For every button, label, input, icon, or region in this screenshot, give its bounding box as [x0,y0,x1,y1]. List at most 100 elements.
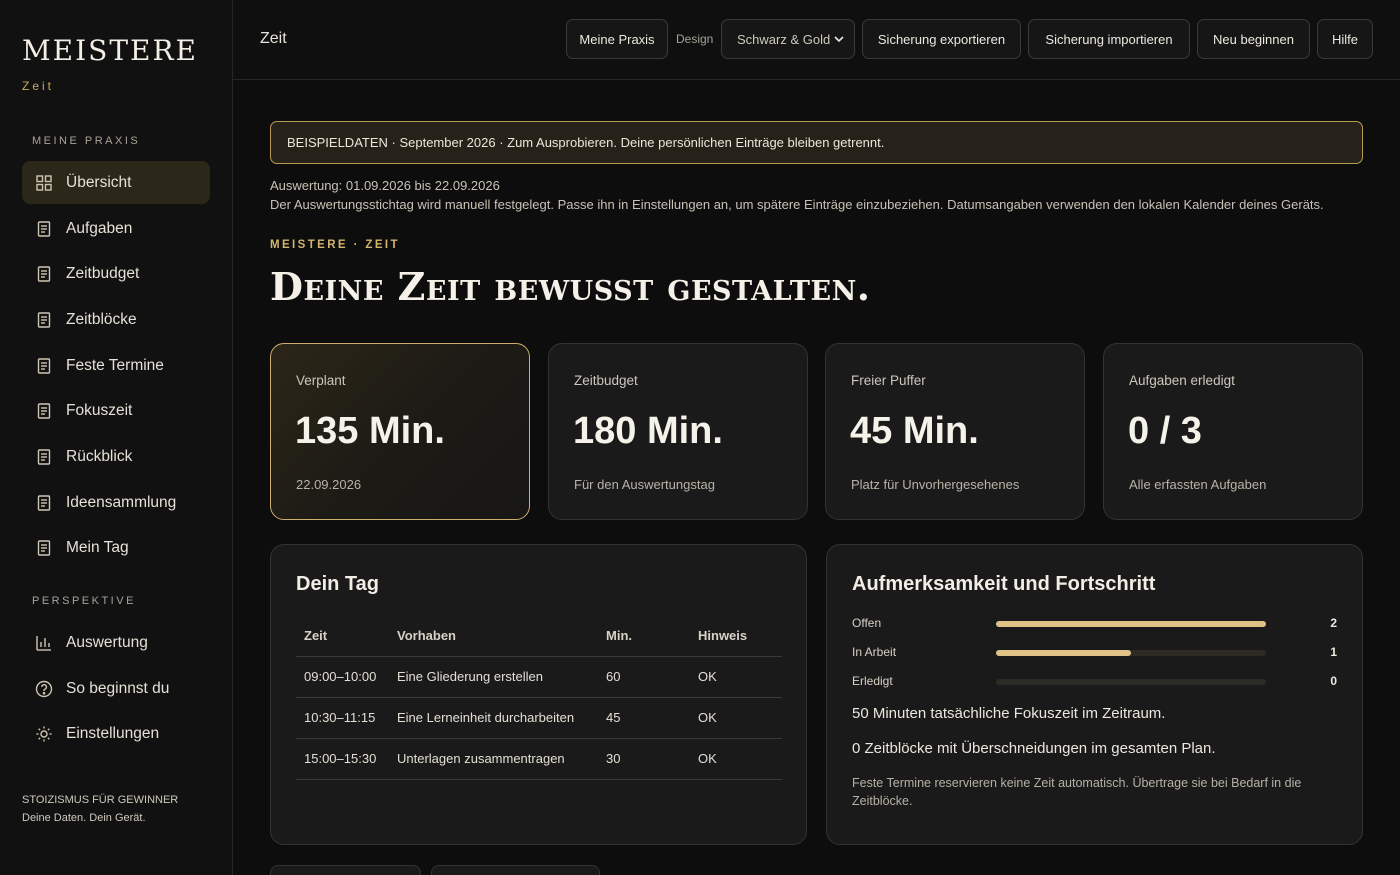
stat-value: 45 Min. [850,410,979,452]
progress-row-open: Offen 2 [852,614,1337,634]
page-title: Zeit [260,30,287,47]
help-button[interactable]: Hilfe [1317,19,1373,59]
sidebar-item-fokuszeit[interactable]: Fokuszeit [22,389,210,432]
progress-track [996,679,1266,685]
topbar: Zeit Meine Praxis Design Schwarz & Gold … [233,0,1400,80]
bar-chart-icon [35,634,53,652]
sidebar-item-einstellungen[interactable]: Einstellungen [22,712,210,755]
stat-sub: Für den Auswertungstag [574,477,715,492]
cell-note: OK [690,697,782,739]
evaluation-note: Der Auswertungsstichtag wird manuell fes… [270,197,1324,212]
cell-time: 10:30–11:15 [296,697,389,739]
cell-time: 09:00–10:00 [296,656,389,698]
restart-button[interactable]: Neu beginnen [1197,19,1310,59]
cell-note: OK [690,738,782,780]
stat-card-planned: Verplant 135 Min. 22.09.2026 [270,343,530,520]
cell-note: OK [690,656,782,698]
stat-label: Aufgaben erledigt [1129,373,1235,388]
sidebar-item-label: Auswertung [66,633,148,651]
brand-subtitle: Zeit [22,79,55,93]
progress-value: 1 [1330,645,1337,659]
sidebar-item-label: Zeitbudget [66,264,140,282]
eyebrow: MEISTERE · ZEIT [270,239,400,251]
focus-time-summary: 50 Minuten tatsächliche Fokuszeit im Zei… [852,705,1166,722]
export-backup-button[interactable]: Sicherung exportieren [862,19,1021,59]
bottom-card-stub [270,865,421,875]
my-practice-button[interactable]: Meine Praxis [566,19,668,59]
footer-tagline: Deine Daten. Dein Gerät. [22,812,146,824]
bottom-card-stub [431,865,600,875]
stat-value: 180 Min. [573,410,723,452]
stat-value: 0 / 3 [1128,410,1202,452]
sidebar-item-zeitbloecke[interactable]: Zeitblöcke [22,298,210,341]
sidebar-item-so-beginnst-du[interactable]: So beginnst du [22,667,210,710]
stat-card-buffer: Freier Puffer 45 Min. Platz für Unvorher… [825,343,1085,520]
table-row: 10:30–11:15 Eine Lerneinheit durcharbeit… [296,697,782,739]
day-table: Zeit Vorhaben Min. Hinweis 09:00–10:00 E… [296,615,782,780]
sidebar-item-zeitbudget[interactable]: Zeitbudget [22,252,210,295]
document-icon [35,265,53,283]
cell-task: Unterlagen zusammentragen [389,738,598,780]
sidebar-item-label: Aufgaben [66,219,133,237]
stat-sub: Platz für Unvorhergesehenes [851,477,1020,492]
sidebar-item-auswertung[interactable]: Auswertung [22,621,210,664]
evaluation-range: Auswertung: 01.09.2026 bis 22.09.2026 [270,178,500,193]
stat-label: Freier Puffer [851,373,926,388]
sun-gear-icon [35,725,53,743]
stat-label: Zeitbudget [574,373,638,388]
sidebar-item-uebersicht[interactable]: Übersicht [22,161,210,204]
sidebar-footer: STOIZISMUS FÜR GEWINNER Deine Daten. Dei… [22,791,178,827]
progress-value: 2 [1330,616,1337,630]
sidebar-item-label: Übersicht [66,173,132,191]
sidebar-item-feste-termine[interactable]: Feste Termine [22,344,210,387]
help-circle-icon [35,680,53,698]
sidebar-item-ideensammlung[interactable]: Ideensammlung [22,481,210,524]
table-header-row: Zeit Vorhaben Min. Hinweis [296,615,782,657]
sidebar: MEISTERE Zeit MEINE PRAXIS Übersicht Auf… [0,0,233,875]
stat-label: Verplant [296,373,346,388]
sidebar-item-label: Einstellungen [66,724,160,742]
design-label: Design [676,32,714,46]
document-icon [35,220,53,238]
progress-panel: Aufmerksamkeit und Fortschritt Offen 2 I… [826,544,1363,845]
cell-minutes: 30 [598,738,690,780]
col-header-note: Hinweis [690,615,782,657]
brand: MEISTERE Zeit [22,34,198,93]
cell-task: Eine Gliederung erstellen [389,656,598,698]
sidebar-item-mein-tag[interactable]: Mein Tag [22,526,210,569]
progress-fill [996,621,1266,627]
progress-label: In Arbeit [852,645,897,659]
sidebar-item-label: So beginnst du [66,679,170,697]
grid-icon [35,174,53,192]
footer-brand-line: STOIZISMUS FÜR GEWINNER [22,794,179,806]
stat-value: 135 Min. [295,410,445,452]
stat-card-tasks-done: Aufgaben erledigt 0 / 3 Alle erfassten A… [1103,343,1363,520]
progress-row-in-progress: In Arbeit 1 [852,643,1337,663]
sidebar-item-label: Ideensammlung [66,493,177,511]
overlap-summary: 0 Zeitblöcke mit Überschneidungen im ges… [852,740,1216,757]
sidebar-item-rueckblick[interactable]: Rückblick [22,435,210,478]
document-icon [35,539,53,557]
nav-section-perspective: PERSPEKTIVE [32,595,136,607]
table-row: 15:00–15:30 Unterlagen zusammentragen 30… [296,738,782,780]
design-select[interactable]: Schwarz & Gold [721,19,855,59]
import-backup-button[interactable]: Sicherung importieren [1028,19,1190,59]
cell-time: 15:00–15:30 [296,738,389,780]
progress-track [996,650,1266,656]
design-select-value: Schwarz & Gold [737,31,831,47]
brand-title: MEISTERE [22,34,198,67]
stat-sub: 22.09.2026 [296,477,362,492]
progress-track [996,621,1266,627]
table-row: 09:00–10:00 Eine Gliederung erstellen 60… [296,656,782,698]
sidebar-item-label: Rückblick [66,447,133,465]
document-icon [35,311,53,329]
sidebar-item-aufgaben[interactable]: Aufgaben [22,207,210,250]
sidebar-item-label: Zeitblöcke [66,310,137,328]
document-icon [35,448,53,466]
document-icon [35,357,53,375]
progress-label: Erledigt [852,674,893,688]
document-icon [35,494,53,512]
sidebar-item-label: Fokuszeit [66,401,133,419]
cell-minutes: 45 [598,697,690,739]
progress-fill [996,650,1131,656]
